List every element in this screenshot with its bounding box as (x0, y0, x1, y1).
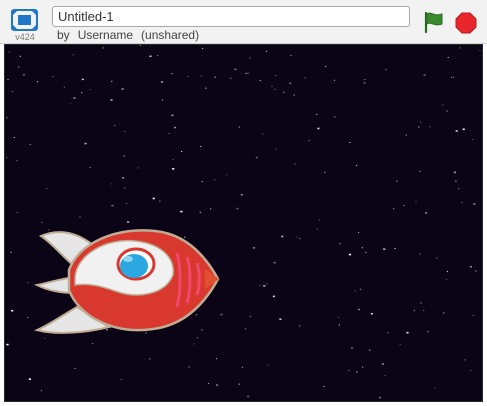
fullscreen-button[interactable] (11, 9, 38, 31)
project-title-input[interactable] (52, 6, 410, 27)
byline-username[interactable]: Username (78, 28, 133, 42)
player-toolbar: v424 by Username (unshared) (0, 0, 487, 44)
project-byline: by Username (unshared) (57, 28, 207, 42)
byline-by: by (57, 28, 70, 42)
rocketship-sprite[interactable] (5, 45, 483, 402)
stage-canvas[interactable] (4, 44, 483, 402)
green-flag-button[interactable] (422, 10, 446, 34)
version-label: v424 (15, 32, 35, 42)
green-flag-icon (424, 11, 443, 34)
stop-button[interactable] (455, 12, 477, 34)
stop-sign-icon (455, 12, 477, 34)
fullscreen-icon (11, 9, 38, 31)
byline-sharing-status: (unshared) (141, 28, 200, 42)
